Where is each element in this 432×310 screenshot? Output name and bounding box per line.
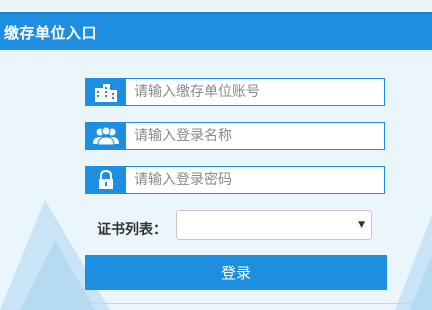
login-panel: 缴存单位入口 请输入缴存单位账号 请输入登录名称 证书列表： ▼ 登录 — [0, 0, 432, 310]
account-input[interactable] — [126, 79, 384, 105]
certificate-label: 证书列表： — [97, 222, 167, 238]
building-icon — [86, 79, 126, 105]
users-icon — [86, 123, 126, 149]
lock-icon — [86, 167, 126, 193]
password-input[interactable] — [126, 167, 384, 193]
login-name-field — [85, 122, 385, 150]
dropdown-arrow-icon: ▼ — [358, 220, 365, 230]
login-name-input[interactable] — [126, 123, 384, 149]
panel-title: 缴存单位入口 — [4, 24, 98, 42]
panel-header: 缴存单位入口 — [0, 12, 432, 50]
top-strip — [0, 0, 432, 12]
certificate-select[interactable]: ▼ — [176, 210, 372, 240]
account-field — [85, 78, 385, 106]
divider — [48, 303, 424, 304]
password-field — [85, 166, 385, 194]
login-button[interactable]: 登录 — [85, 255, 387, 290]
